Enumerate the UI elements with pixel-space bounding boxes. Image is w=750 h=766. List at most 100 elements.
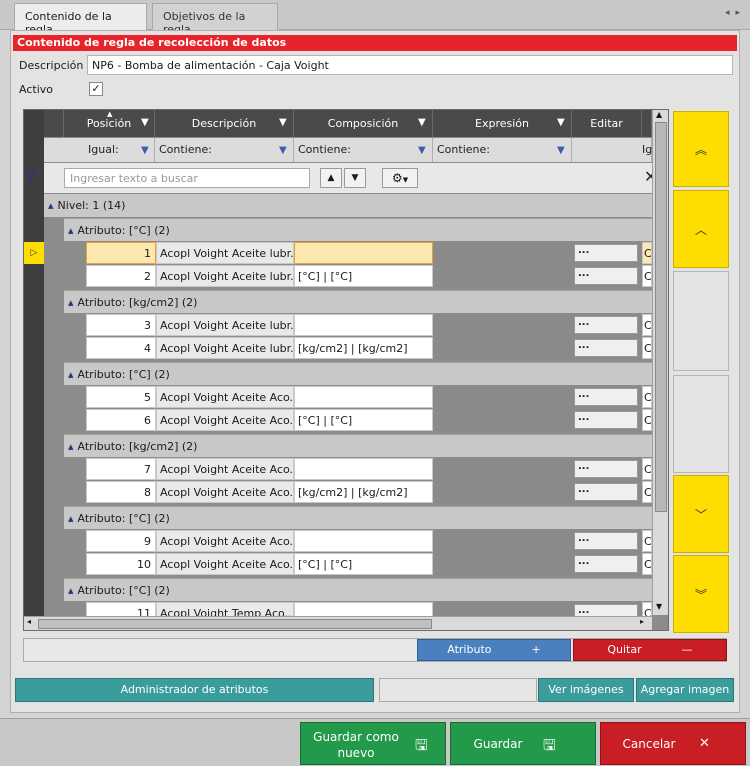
description-cell[interactable]: Acopl Voight Aceite Aco... [156,553,294,575]
collapse-icon[interactable]: ▴ [48,199,54,212]
add-image-button[interactable]: Agregar imagen [636,678,734,702]
chevron-right-icon[interactable]: ▸ [735,8,746,18]
group-row[interactable]: ▴ Atributo: [°C] (2) [64,578,668,601]
collapse-icon[interactable]: ▴ [68,512,74,525]
chevron-left-icon[interactable]: ◂ [725,8,736,18]
save-button[interactable]: Guardar 🖫 [450,722,596,765]
group-row[interactable]: ▴ Atributo: [kg/cm2] (2) [64,434,668,457]
edit-button[interactable]: ... [574,532,638,550]
search-icon[interactable]: ⚲ [26,168,36,184]
filter-extra[interactable]: Ig [572,138,652,162]
description-cell[interactable]: Acopl Voight Aceite lubr... [156,337,294,359]
group-row[interactable]: ▴ Atributo: [°C] (2) [64,362,668,385]
composition-cell[interactable]: [kg/cm2] | [kg/cm2] [294,481,433,503]
tab-contenido-regla[interactable]: Contenido de la regla [14,3,147,36]
filter-icon[interactable]: ▼ [557,145,565,156]
cancel-button[interactable]: Cancelar ✕ [600,722,746,765]
row-indicator[interactable] [24,481,44,503]
edit-button[interactable]: ... [574,411,638,429]
horizontal-scroll-thumb[interactable] [38,619,432,629]
filter-posicion[interactable]: Igual: ▼ [64,138,155,162]
group-row[interactable]: ▴ Atributo: [kg/cm2] (2) [64,290,668,313]
vertical-scroll-thumb[interactable] [655,122,667,512]
description-cell[interactable]: Acopl Voight Aceite Aco... [156,458,294,480]
view-images-button[interactable]: Ver imágenes [538,678,634,702]
table-row[interactable]: 4 Acopl Voight Aceite lubr... [kg/cm2] | [… [86,337,652,360]
group-level-row[interactable]: ▴ Nivel: 1 (14) [44,194,668,217]
column-header-descripcion[interactable]: Descripción ▼ [155,110,294,137]
column-header-composicion[interactable]: Composición ▼ [294,110,433,137]
column-header-posicion[interactable]: ▲ Posición ▼ [64,110,155,137]
row-indicator[interactable] [24,553,44,575]
edit-button[interactable]: ... [574,339,638,357]
search-input[interactable]: Ingresar texto a buscar [64,168,310,188]
collapse-icon[interactable]: ▴ [68,440,74,453]
composition-cell[interactable] [294,530,433,552]
scroll-up-icon[interactable]: ▲ [656,110,662,119]
description-cell[interactable]: Acopl Voight Aceite lubr... [156,242,294,264]
filter-expresion[interactable]: Contiene: ▼ [433,138,572,162]
description-cell[interactable]: Acopl Voight Aceite Aco... [156,409,294,431]
edit-button[interactable]: ... [574,483,638,501]
filter-icon[interactable]: ▼ [279,117,287,128]
description-cell[interactable]: Acopl Voight Aceite Aco... [156,481,294,503]
table-row[interactable]: 7 Acopl Voight Aceite Aco...... C [86,458,652,481]
row-indicator[interactable] [24,386,44,408]
move-top-button[interactable]: ︽ [673,111,729,187]
composition-cell[interactable]: [°C] | [°C] [294,265,433,287]
row-indicator[interactable]: ▷ [24,242,44,264]
filter-icon[interactable]: ▼ [279,145,287,156]
move-down-button[interactable]: ﹀ [673,475,729,553]
active-checkbox[interactable]: ✓ [89,82,103,96]
tab-scroll-arrows[interactable]: ◂▸ [725,8,746,18]
row-indicator[interactable] [24,314,44,336]
composition-cell[interactable]: [°C] | [°C] [294,409,433,431]
description-cell[interactable]: Acopl Voight Aceite lubr... [156,314,294,336]
save-as-new-button[interactable]: Guardar como nuevo 🖫 [300,722,446,765]
row-indicator[interactable] [24,265,44,287]
filter-icon[interactable]: ▼ [141,117,149,128]
edit-button[interactable]: ... [574,316,638,334]
scroll-down-icon[interactable]: ▼ [656,602,662,611]
table-row[interactable]: 6 Acopl Voight Aceite Aco... [°C] | [°C]..… [86,409,652,432]
description-field[interactable]: NP6 - Bomba de alimentación - Caja Voigh… [87,55,733,75]
collapse-icon[interactable]: ▴ [68,296,74,309]
edit-button[interactable]: ... [574,244,638,262]
composition-cell[interactable] [294,242,433,264]
edit-button[interactable]: ... [574,555,638,573]
composition-cell[interactable]: [kg/cm2] | [kg/cm2] [294,337,433,359]
horizontal-scrollbar[interactable]: ◂ ▸ [24,616,652,630]
collapse-icon[interactable]: ▴ [68,584,74,597]
filter-icon[interactable]: ▼ [557,117,565,128]
collapse-icon[interactable]: ▴ [68,224,74,237]
tab-objetivos-regla[interactable]: Objetivos de la regla [152,3,278,36]
table-row[interactable]: 2 Acopl Voight Aceite lubr... [°C] | [°C].… [86,265,652,288]
edit-button[interactable]: ... [574,460,638,478]
composition-cell[interactable] [294,458,433,480]
column-header-expresion[interactable]: Expresión ▼ [433,110,572,137]
vertical-scrollbar[interactable]: ▲ ▼ [652,110,668,615]
description-cell[interactable]: Acopl Voight Aceite Aco... [156,530,294,552]
filter-descripcion[interactable]: Contiene: ▼ [155,138,294,162]
description-cell[interactable]: Acopl Voight Aceite Aco... [156,386,294,408]
collapse-icon[interactable]: ▴ [68,368,74,381]
filter-icon[interactable]: ▼ [418,145,426,156]
column-header-editar[interactable]: Editar [572,110,642,137]
move-up-button[interactable]: ︿ [673,190,729,268]
attribute-manager-button[interactable]: Administrador de atributos [15,678,374,702]
move-bottom-button[interactable]: ︾ [673,555,729,633]
filter-composicion[interactable]: Contiene: ▼ [294,138,433,162]
filter-icon[interactable]: ▼ [418,117,426,128]
description-cell[interactable]: Acopl Voight Aceite lubr... [156,265,294,287]
search-options-button[interactable]: ⚙▼ [382,168,418,188]
remove-button[interactable]: Quitar — [573,639,727,661]
table-row[interactable]: 1 Acopl Voight Aceite lubr...... C [86,242,652,265]
table-row[interactable]: 5 Acopl Voight Aceite Aco...... C [86,386,652,409]
table-row[interactable]: 8 Acopl Voight Aceite Aco... [kg/cm2] | [k… [86,481,652,504]
table-row[interactable]: 10 Acopl Voight Aceite Aco... [°C] | [°C].… [86,553,652,576]
edit-button[interactable]: ... [574,267,638,285]
add-attribute-button[interactable]: Atributo + [417,639,571,661]
group-row[interactable]: ▴ Atributo: [°C] (2) [64,506,668,529]
scroll-left-icon[interactable]: ◂ [27,617,31,626]
row-indicator[interactable] [24,530,44,552]
